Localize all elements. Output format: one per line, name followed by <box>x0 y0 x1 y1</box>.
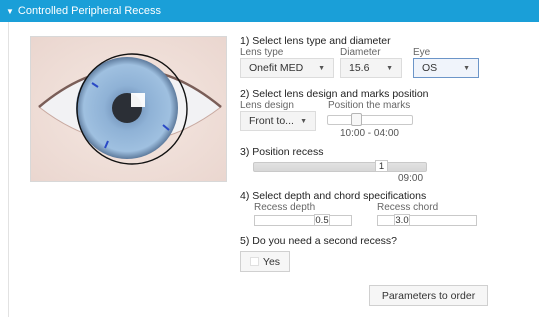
lens-type-select[interactable]: Onefit MED ▼ <box>240 58 334 78</box>
caret-down-icon: ▼ <box>463 64 470 72</box>
eye-label: Eye <box>413 47 431 58</box>
step3-title: 3) Position recess <box>240 146 324 158</box>
recess-chord-label: Recess chord <box>377 202 439 213</box>
parameters-to-order-button[interactable]: Parameters to order <box>369 285 488 306</box>
lens-design-label: Lens design <box>240 100 294 111</box>
yes-label: Yes <box>262 255 281 268</box>
caret-down-icon: ▼ <box>318 64 325 72</box>
eye-value: OS <box>422 62 438 74</box>
diameter-select[interactable]: 15.6 ▼ <box>340 58 402 78</box>
eye-select[interactable]: OS ▼ <box>413 58 479 78</box>
marks-value: 10:00 - 04:00 <box>340 128 399 139</box>
caret-down-icon: ▼ <box>386 64 393 72</box>
recess-depth-value[interactable]: 0.5 <box>314 214 330 226</box>
recess-time: 09:00 <box>398 173 424 184</box>
lens-design-select[interactable]: Front to... ▼ <box>240 111 316 131</box>
step1-title: 1) Select lens type and diameter <box>240 35 391 47</box>
lens-type-value: Onefit MED <box>249 62 304 74</box>
step2-title: 2) Select lens design and marks position <box>240 88 429 100</box>
recess-slider-thumb[interactable]: 1 <box>375 160 388 172</box>
recess-slider[interactable] <box>253 162 427 172</box>
section-header[interactable]: ▼ Controlled Peripheral Recess <box>0 0 539 22</box>
marks-slider[interactable] <box>327 115 413 125</box>
marks-label: Position the marks <box>328 100 411 111</box>
section-title: Controlled Peripheral Recess <box>17 5 161 17</box>
caret-down-icon: ▼ <box>6 6 14 16</box>
checkbox[interactable] <box>249 257 259 266</box>
lens-design-value: Front to... <box>249 115 294 127</box>
eye-preview <box>30 36 227 182</box>
eye-illustration <box>31 37 226 181</box>
recess-depth-label: Recess depth <box>254 202 316 213</box>
lens-type-label: Lens type <box>240 47 284 58</box>
recess-chord-value[interactable]: 3.0 <box>394 214 410 226</box>
diameter-label: Diameter <box>340 47 381 58</box>
step4-title: 4) Select depth and chord specifications <box>240 190 427 202</box>
step5-title: 5) Do you need a second recess? <box>240 235 398 247</box>
recess-chord-slider[interactable] <box>377 215 477 226</box>
caret-down-icon: ▼ <box>300 117 307 125</box>
second-recess-yes-toggle[interactable]: Yes <box>240 251 290 272</box>
marks-slider-thumb[interactable] <box>351 113 362 126</box>
diameter-value: 15.6 <box>349 62 370 74</box>
recess-depth-slider[interactable] <box>254 215 352 226</box>
